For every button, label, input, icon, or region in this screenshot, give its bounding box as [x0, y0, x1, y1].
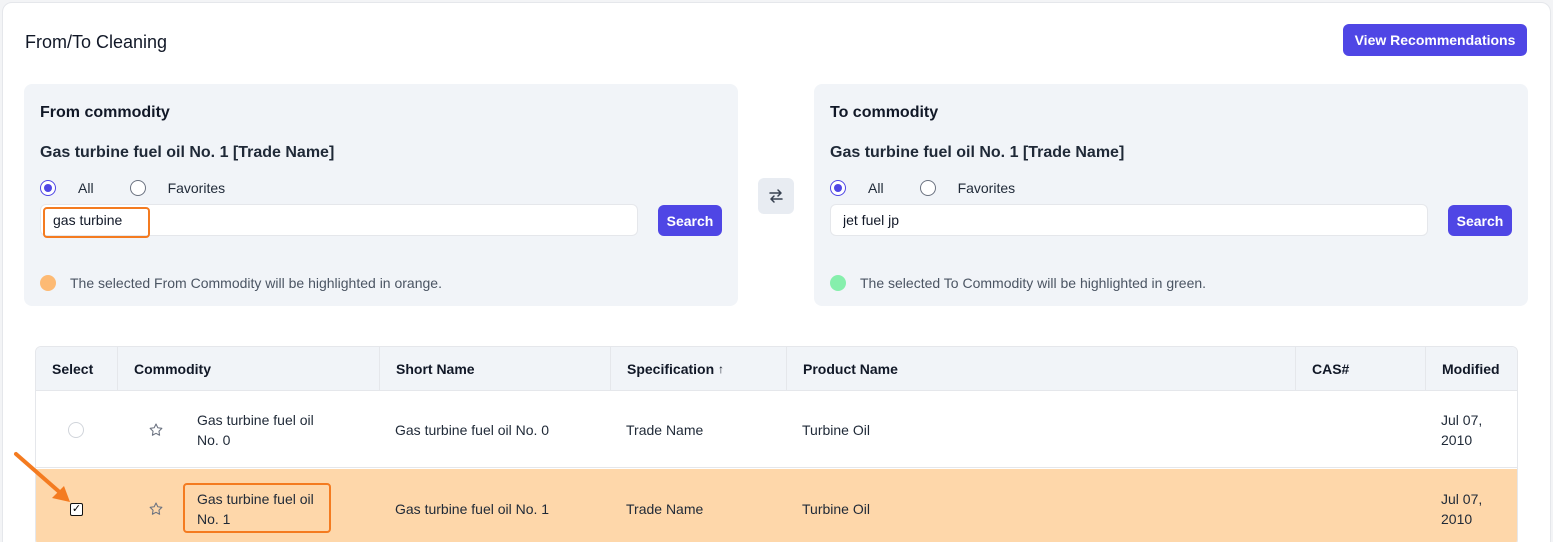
sort-ascending-icon: ↑	[718, 362, 725, 376]
page-title: From/To Cleaning	[25, 32, 168, 52]
specification-cell: Trade Name	[626, 501, 704, 517]
column-header-cas[interactable]: CAS#	[1296, 347, 1426, 391]
table-row[interactable]: Gas turbine fuel oil No. 0 Gas turbine f…	[36, 392, 1517, 468]
to-selected-commodity: Gas turbine fuel oil No. 1 [Trade Name]	[830, 144, 1125, 161]
commodity-table: Select Commodity Short Name Specificatio…	[35, 346, 1518, 542]
from-commodity-panel: From commodity Gas turbine fuel oil No. …	[24, 84, 738, 306]
product-name-cell: Turbine Oil	[802, 421, 870, 438]
column-header-short-name[interactable]: Short Name	[380, 347, 611, 391]
from-hint-text: The selected From Commodity will be high…	[70, 275, 442, 291]
from-radio-favorites[interactable]	[129, 180, 146, 196]
cas-cell	[1295, 392, 1425, 467]
from-search-button[interactable]: Search	[658, 205, 722, 236]
to-radio-favorites[interactable]	[919, 180, 936, 196]
from-commodity-heading: From commodity	[40, 104, 170, 121]
favorite-star-icon[interactable]	[148, 422, 164, 438]
from-hint: The selected From Commodity will be high…	[40, 275, 442, 291]
table-header: Select Commodity Short Name Specificatio…	[36, 347, 1517, 391]
from-filter-radios: All Favorites	[40, 180, 225, 196]
row-select-checkbox[interactable]: ✓	[70, 502, 83, 516]
swap-arrows-icon	[769, 189, 783, 203]
modified-cell: Jul 07, 2010	[1441, 491, 1483, 527]
green-dot-icon	[830, 275, 846, 291]
specification-cell: Trade Name	[626, 421, 704, 438]
modified-cell: Jul 07, 2010	[1441, 411, 1483, 448]
favorite-star-icon[interactable]	[148, 501, 164, 517]
cas-cell	[1295, 469, 1425, 542]
commodity-cell: Gas turbine fuel oil No. 1	[197, 491, 314, 527]
from-radio-all[interactable]	[40, 180, 56, 196]
to-filter-radios: All Favorites	[830, 180, 1015, 196]
to-radio-all-label: All	[868, 180, 884, 196]
to-search-button[interactable]: Search	[1448, 205, 1512, 236]
to-commodity-heading: To commodity	[830, 104, 939, 121]
from-search-input[interactable]	[40, 204, 638, 236]
commodity-cell: Gas turbine fuel oil No. 0	[197, 411, 314, 448]
orange-dot-icon	[40, 275, 56, 291]
to-commodity-panel: To commodity Gas turbine fuel oil No. 1 …	[814, 84, 1528, 306]
table-row-selected[interactable]: ✓ Gas turbine fuel oil No. 1 Gas turbine…	[36, 469, 1517, 542]
column-header-specification[interactable]: Specification ↑	[611, 347, 787, 391]
column-header-product-name[interactable]: Product Name	[787, 347, 1296, 391]
product-name-cell: Turbine Oil	[802, 501, 870, 517]
from-selected-commodity: Gas turbine fuel oil No. 1 [Trade Name]	[40, 144, 335, 161]
to-hint: The selected To Commodity will be highli…	[830, 275, 1206, 291]
from-radio-all-label: All	[78, 180, 94, 196]
column-header-select: Select	[36, 347, 118, 391]
short-name-cell: Gas turbine fuel oil No. 0	[395, 421, 550, 438]
to-hint-text: The selected To Commodity will be highli…	[860, 275, 1207, 291]
short-name-cell: Gas turbine fuel oil No. 1	[395, 501, 550, 517]
column-header-commodity[interactable]: Commodity	[118, 347, 380, 391]
column-header-modified[interactable]: Modified	[1426, 347, 1517, 391]
from-radio-favorites-label: Favorites	[167, 180, 226, 196]
swap-commodities-button[interactable]	[758, 178, 794, 214]
to-search-input[interactable]	[830, 204, 1428, 236]
view-recommendations-button[interactable]: View Recommendations	[1343, 24, 1527, 56]
to-radio-favorites-label: Favorites	[957, 180, 1016, 196]
row-select-radio[interactable]	[68, 421, 84, 438]
to-radio-all[interactable]	[830, 180, 846, 196]
